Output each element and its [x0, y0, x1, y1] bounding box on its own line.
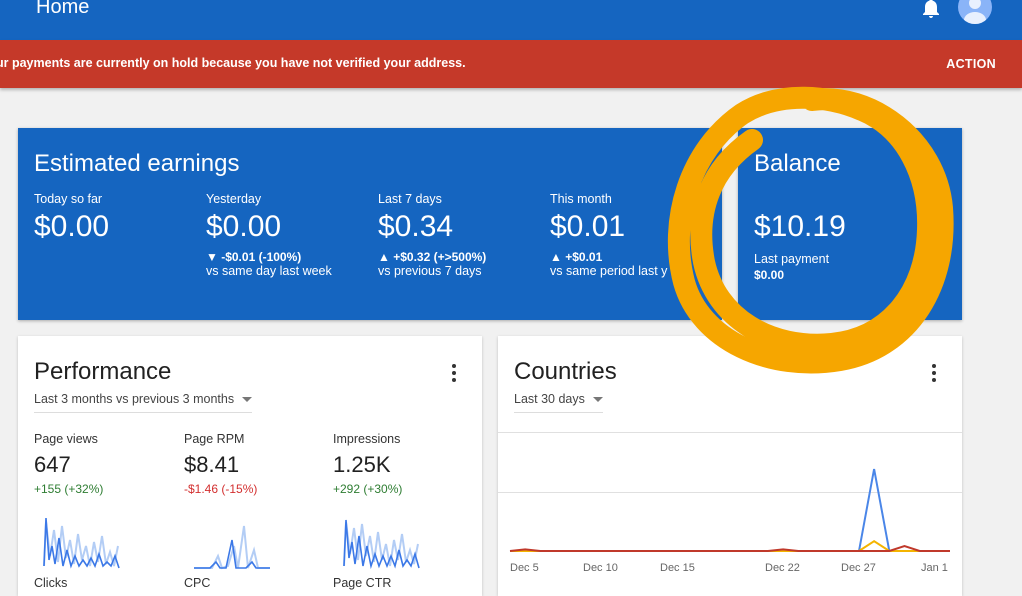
metric-label: Page views: [34, 432, 98, 446]
performance-more-icon[interactable]: [452, 364, 458, 384]
alert-action-button[interactable]: ACTION: [946, 57, 996, 71]
performance-range-dropdown[interactable]: Last 3 months vs previous 3 months: [34, 392, 253, 413]
metric-value: 647: [34, 452, 71, 477]
chevron-down-icon: [592, 397, 603, 403]
performance-metric-impressions[interactable]: Impressions 1.25K +292 (+30%): [333, 432, 463, 496]
app-header: Home: [0, 0, 1022, 40]
metric-value: $0.00: [206, 210, 282, 243]
account-avatar-icon[interactable]: [958, 0, 992, 24]
x-tick: Dec 10: [583, 562, 618, 574]
payment-hold-alert: ur payments are currently on hold becaus…: [0, 40, 1022, 88]
metric-value: $0.00: [34, 210, 110, 243]
x-tick: Dec 27: [841, 562, 876, 574]
impressions-sparkline: [343, 519, 420, 570]
metric-change: -$1.46 (-15%): [184, 482, 258, 496]
metric-label: Page RPM: [184, 432, 245, 446]
menu-icon[interactable]: [0, 0, 4, 16]
chart-series-line-1: [510, 540, 950, 552]
balance-card: Balance $10.19 Last payment $0.00: [738, 128, 962, 320]
metric-label: Last 7 days: [378, 192, 442, 206]
metric-change: +292 (+30%): [333, 482, 403, 496]
chart-series-line-0: [510, 468, 950, 552]
balance-title: Balance: [754, 150, 841, 177]
dropdown-value: Last 30 days: [514, 392, 585, 406]
metric-comparison: vs same day last week: [206, 264, 332, 278]
earnings-metric-last-7-days: Last 7 days $0.34 ▲ +$0.32 (+>500%) vs p…: [378, 192, 543, 278]
metric-value: $0.34: [378, 210, 454, 243]
cpc-label: CPC: [184, 576, 211, 590]
metric-label: Impressions: [333, 432, 401, 446]
performance-card: Performance Last 3 months vs previous 3 …: [18, 336, 482, 596]
x-tick: Dec 15: [660, 562, 695, 574]
metric-label: This month: [550, 192, 612, 206]
x-tick: Dec 22: [765, 562, 800, 574]
page-views-sparkline: [43, 517, 120, 569]
metric-change: ▲ +$0.32 (+>500%): [378, 250, 487, 264]
metric-change: ▼ -$0.01 (-100%): [206, 250, 302, 264]
metric-change: +155 (+32%): [34, 482, 104, 496]
notifications-icon[interactable]: [918, 0, 944, 20]
performance-title: Performance: [34, 358, 172, 385]
clicks-label: Clicks: [34, 576, 68, 590]
countries-title: Countries: [514, 358, 617, 385]
alert-message: ur payments are currently on hold becaus…: [0, 56, 466, 70]
metric-comparison: vs same period last y: [550, 264, 668, 278]
metric-comparison: vs previous 7 days: [378, 264, 482, 278]
page-ctr-label: Page CTR: [333, 576, 392, 590]
last-payment-value: $0.00: [754, 268, 785, 282]
earnings-metric-today: Today so far $0.00: [34, 192, 199, 244]
chevron-down-icon: [242, 397, 253, 403]
balance-value: $10.19: [754, 210, 846, 243]
countries-line-chart: [509, 468, 950, 552]
dropdown-value: Last 3 months vs previous 3 months: [34, 392, 235, 406]
earnings-metric-yesterday: Yesterday $0.00 ▼ -$0.01 (-100%) vs same…: [206, 192, 371, 278]
balance-more-icon[interactable]: [930, 156, 936, 176]
x-tick: Dec 5: [510, 562, 539, 574]
earnings-title: Estimated earnings: [34, 150, 240, 177]
countries-range-dropdown[interactable]: Last 30 days: [514, 392, 603, 413]
x-tick: Jan 1: [921, 562, 948, 574]
metric-value: 1.25K: [333, 452, 391, 477]
performance-metric-page-views[interactable]: Page views 647 +155 (+32%): [34, 432, 164, 496]
last-payment-label: Last payment: [754, 252, 830, 266]
earnings-metric-this-month: This month $0.01 ▲ +$0.01 vs same period…: [550, 192, 715, 278]
page-title: Home: [36, 0, 90, 18]
metric-label: Today so far: [34, 192, 103, 206]
countries-more-icon[interactable]: [932, 364, 938, 384]
performance-metric-page-rpm[interactable]: Page RPM $8.41 -$1.46 (-15%): [184, 432, 314, 496]
metric-label: Yesterday: [206, 192, 262, 206]
estimated-earnings-card: Estimated earnings Today so far $0.00 Ye…: [18, 128, 722, 320]
metric-value: $0.01: [550, 210, 626, 243]
metric-change: ▲ +$0.01: [550, 250, 603, 264]
page-rpm-sparkline: [194, 525, 270, 570]
metric-value: $8.41: [184, 452, 240, 477]
